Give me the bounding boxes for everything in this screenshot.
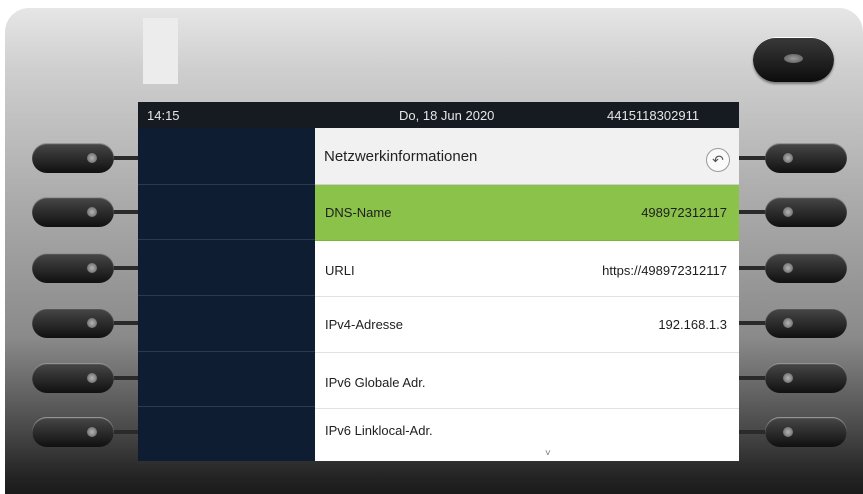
status-bar: 14:15 Do, 18 Jun 2020 4415118302911	[138, 102, 739, 128]
page-title: Netzwerkinformationen	[324, 148, 478, 165]
right-softkey-2[interactable]	[720, 197, 860, 227]
key-cap	[765, 253, 847, 283]
key-cap	[32, 363, 114, 393]
key-led-icon	[87, 427, 97, 437]
key-led-icon	[783, 207, 793, 217]
key-cap	[765, 197, 847, 227]
key-led-icon	[87, 207, 97, 217]
key-led-icon	[783, 318, 793, 328]
key-cap	[32, 197, 114, 227]
key-cap	[765, 417, 847, 447]
key-cap	[32, 253, 114, 283]
key-cap	[765, 143, 847, 173]
right-softkey-6[interactable]	[720, 417, 860, 447]
left-slot-2	[138, 185, 315, 240]
left-slot-1	[138, 128, 315, 185]
back-arrow-icon[interactable]: ↶	[706, 148, 730, 172]
status-date: Do, 18 Jun 2020	[399, 108, 495, 123]
menu-header: Netzwerkinformationen ↶	[315, 128, 739, 185]
key-led-icon	[87, 318, 97, 328]
key-cap	[765, 308, 847, 338]
menu-item-ipv4[interactable]: IPv4-Adresse 192.168.1.3	[315, 297, 739, 353]
menu-item-value: 192.168.1.3	[658, 317, 727, 332]
display-screen: 14:15 Do, 18 Jun 2020 4415118302911 Netz…	[138, 102, 739, 461]
key-led-icon	[783, 153, 793, 163]
menu-item-label: DNS-Name	[325, 205, 392, 220]
key-cap	[32, 308, 114, 338]
left-panel	[138, 128, 315, 461]
key-cap	[765, 363, 847, 393]
menu-item-value: https://498972312117	[602, 263, 727, 278]
menu-item-ipv6-global[interactable]: IPv6 Globale Adr.	[315, 353, 739, 409]
key-led-icon	[87, 263, 97, 273]
right-softkey-1[interactable]	[720, 143, 860, 173]
menu-item-label: IPv6 Globale Adr.	[325, 375, 426, 390]
menu-item-label: IPv6 Linklocal-Adr.	[325, 423, 433, 438]
right-softkey-5[interactable]	[720, 363, 860, 393]
menu-item-value: 498972312117	[641, 205, 727, 220]
scroll-down-icon: ˅	[545, 448, 551, 459]
menu-item-label: IPv4-Adresse	[325, 317, 404, 332]
key-led-icon	[783, 373, 793, 383]
menu-panel: Netzwerkinformationen ↶ DNS-Name 4989723…	[315, 128, 739, 461]
key-led-icon	[783, 263, 793, 273]
left-slot-4	[138, 296, 315, 352]
status-phone-number: 4415118302911	[607, 108, 700, 123]
key-led-icon	[87, 153, 97, 163]
menu-item-urli[interactable]: URLI https://498972312117	[315, 241, 739, 297]
top-function-key[interactable]	[753, 37, 834, 82]
left-slot-3	[138, 240, 315, 296]
key-cap	[32, 417, 114, 447]
status-time: 14:15	[147, 108, 180, 123]
right-softkey-4[interactable]	[720, 308, 860, 338]
right-softkey-3[interactable]	[720, 253, 860, 283]
key-led-icon	[784, 54, 803, 63]
menu-item-dns-name[interactable]: DNS-Name 498972312117	[315, 185, 739, 241]
key-led-icon	[87, 373, 97, 383]
key-cap	[32, 143, 114, 173]
menu-item-label: URLI	[325, 263, 355, 278]
left-slot-5	[138, 352, 315, 407]
menu-item-ipv6-linklocal[interactable]: IPv6 Linklocal-Adr.	[315, 409, 739, 461]
label-strip	[143, 18, 178, 84]
key-led-icon	[783, 427, 793, 437]
